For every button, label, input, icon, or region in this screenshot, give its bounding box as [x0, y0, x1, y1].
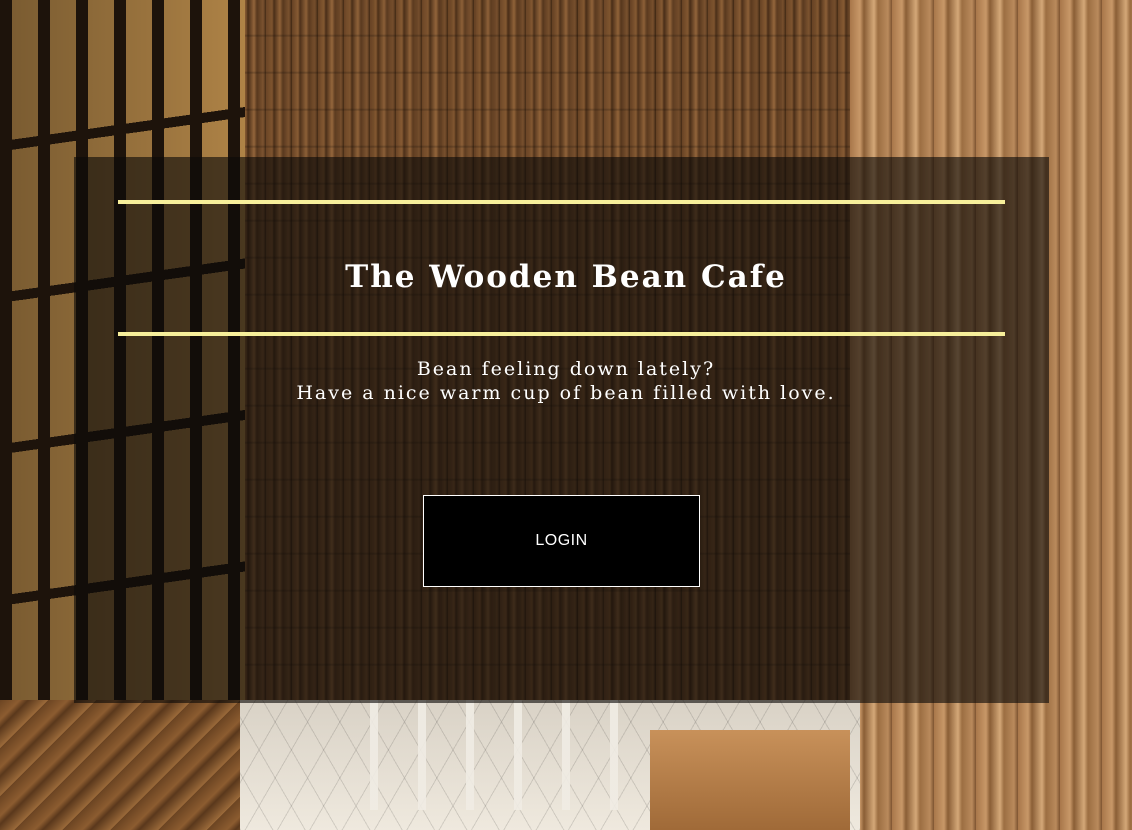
page-title: The Wooden Bean Cafe: [345, 259, 787, 295]
login-button[interactable]: LOGIN: [423, 495, 700, 587]
bottom-divider: [118, 332, 1005, 336]
tagline-line-1: Bean feeling down lately?: [416, 358, 716, 380]
tagline-line-2: Have a nice warm cup of bean filled with…: [296, 382, 836, 404]
cafe-table: [650, 730, 850, 830]
tagline: Bean feeling down lately? Have a nice wa…: [0, 357, 1132, 405]
top-divider: [118, 200, 1005, 204]
stools: [330, 700, 630, 810]
hero-overlay-card: [74, 157, 1049, 703]
